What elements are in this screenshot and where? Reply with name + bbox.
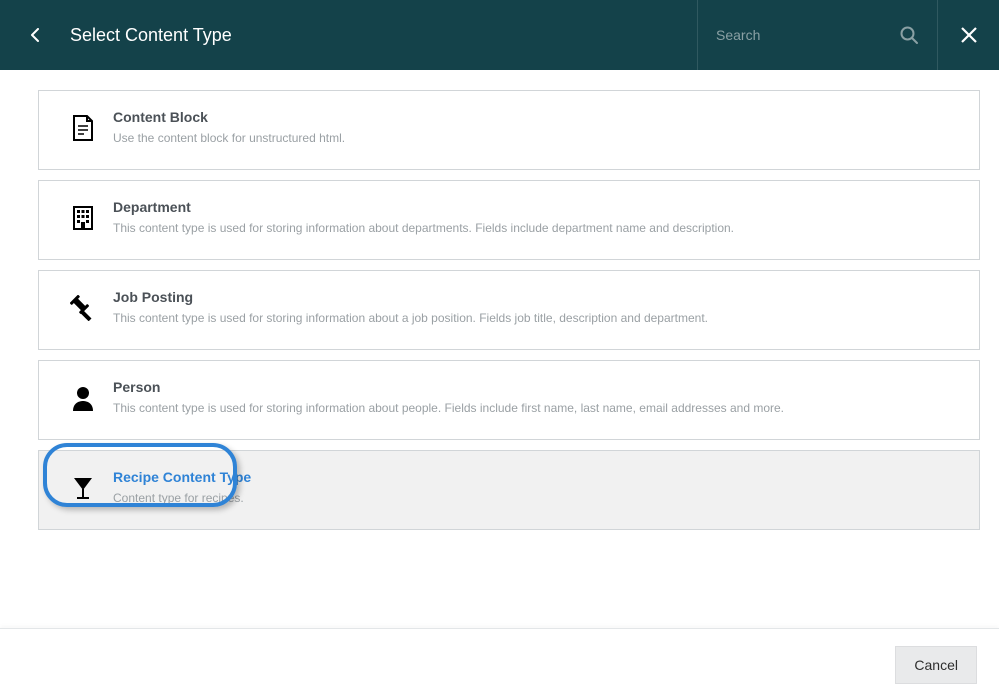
- gavel-icon: [53, 289, 113, 321]
- modal-header: Select Content Type: [0, 0, 999, 70]
- content-type-list: Content Block Use the content block for …: [0, 70, 999, 530]
- page-title: Select Content Type: [70, 25, 232, 46]
- content-type-item-department[interactable]: Department This content type is used for…: [38, 180, 980, 260]
- search-icon[interactable]: [899, 25, 919, 45]
- content-type-title: Person: [113, 379, 959, 395]
- content-type-item-person[interactable]: Person This content type is used for sto…: [38, 360, 980, 440]
- back-arrow-icon: [30, 28, 40, 42]
- content-type-title: Recipe Content Type: [113, 469, 959, 485]
- content-type-item-content-block[interactable]: Content Block Use the content block for …: [38, 90, 980, 170]
- content-type-description: This content type is used for storing in…: [113, 401, 959, 415]
- document-icon: [53, 109, 113, 141]
- person-icon: [53, 379, 113, 411]
- content-type-description: This content type is used for storing in…: [113, 311, 959, 325]
- content-type-title: Content Block: [113, 109, 959, 125]
- content-type-title: Job Posting: [113, 289, 959, 305]
- search-wrap: [697, 0, 937, 70]
- content-type-description: Content type for recipes.: [113, 491, 959, 505]
- cocktail-icon: [53, 469, 113, 501]
- cancel-button[interactable]: Cancel: [895, 646, 977, 684]
- content-type-item-recipe[interactable]: Recipe Content Type Content type for rec…: [38, 450, 980, 530]
- content-type-description: Use the content block for unstructured h…: [113, 131, 959, 145]
- close-icon: [960, 26, 978, 44]
- close-button[interactable]: [937, 0, 999, 70]
- content-type-item-job-posting[interactable]: Job Posting This content type is used fo…: [38, 270, 980, 350]
- content-type-description: This content type is used for storing in…: [113, 221, 959, 235]
- back-button[interactable]: [20, 20, 50, 50]
- modal-footer: Cancel: [0, 628, 999, 700]
- building-icon: [53, 199, 113, 231]
- content-type-title: Department: [113, 199, 959, 215]
- search-input[interactable]: [716, 27, 899, 43]
